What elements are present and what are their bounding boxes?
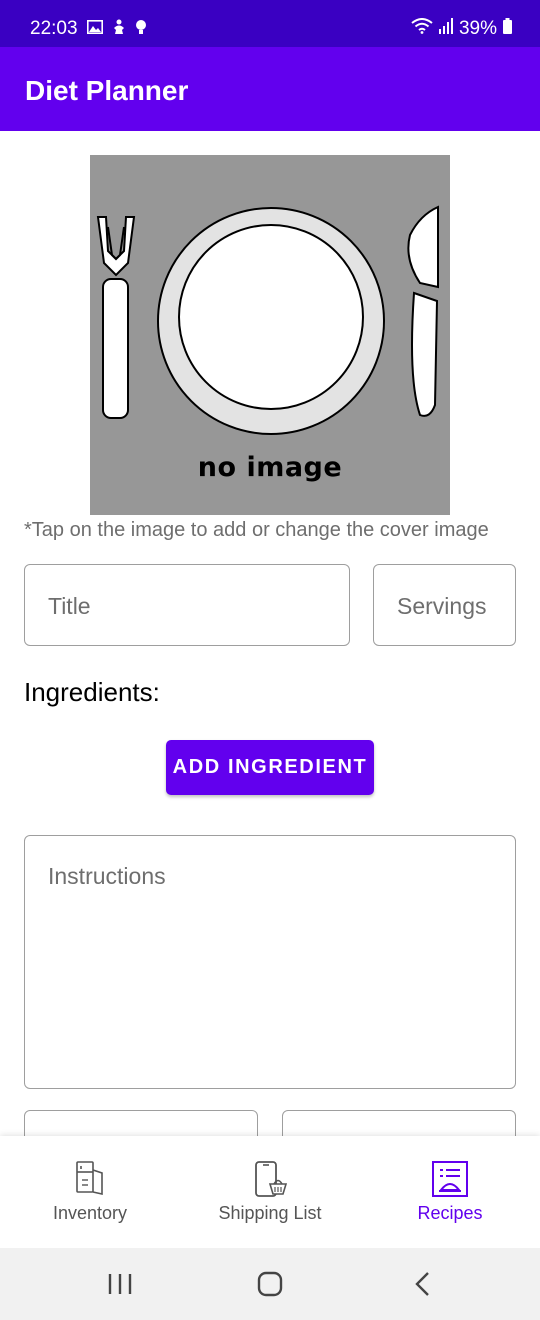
back-button[interactable] [402, 1266, 442, 1302]
back-icon [415, 1272, 429, 1296]
instructions-placeholder: Instructions [48, 863, 166, 889]
app-bar: Diet Planner [0, 47, 540, 131]
nav-label-inventory: Inventory [52, 1203, 128, 1223]
add-ingredient-button[interactable]: ADD INGREDIENT [166, 740, 374, 795]
status-bar: 22:03 39% [0, 0, 540, 47]
phone-basket-icon [255, 1161, 288, 1197]
gallery-icon [87, 20, 103, 39]
app-title: Diet Planner [25, 75, 189, 106]
system-status-icons: 39% [411, 18, 512, 40]
wifi-icon [411, 18, 433, 40]
nav-item-shipping-list[interactable]: Shipping List [180, 1136, 360, 1248]
servings-placeholder: Servings [397, 593, 487, 619]
home-button[interactable] [250, 1266, 290, 1302]
fridge-icon [76, 1161, 103, 1195]
recent-apps-icon [108, 1274, 132, 1294]
servings-field[interactable]: Servings [373, 564, 516, 646]
nav-item-inventory[interactable]: Inventory [0, 1136, 180, 1248]
figure-icon [111, 19, 127, 40]
bottom-navigation: Inventory Shipping List Recipes [0, 1136, 540, 1248]
nav-item-recipes[interactable]: Recipes [360, 1136, 540, 1248]
cover-hint: *Tap on the image to add or change the c… [24, 519, 489, 541]
title-field[interactable]: Title [24, 564, 350, 646]
system-navigation-bar [0, 1248, 540, 1320]
status-time: 22:03 [30, 18, 78, 39]
notification-icons [87, 19, 147, 40]
bulb-icon [135, 19, 147, 40]
battery-icon [503, 18, 512, 40]
nav-label-shipping-list: Shipping List [218, 1203, 322, 1223]
instructions-field[interactable]: Instructions [24, 835, 516, 1089]
home-icon [257, 1271, 283, 1297]
ingredients-label: Ingredients: [24, 677, 160, 707]
signal-icon [438, 18, 453, 40]
cover-image[interactable]: no image [90, 155, 450, 515]
title-placeholder: Title [48, 593, 91, 619]
nav-label-recipes: Recipes [417, 1203, 483, 1223]
no-image-caption: no image [197, 452, 343, 483]
battery-text: 39% [458, 18, 497, 39]
recent-apps-button[interactable] [100, 1266, 140, 1302]
recipe-icon [432, 1161, 468, 1197]
